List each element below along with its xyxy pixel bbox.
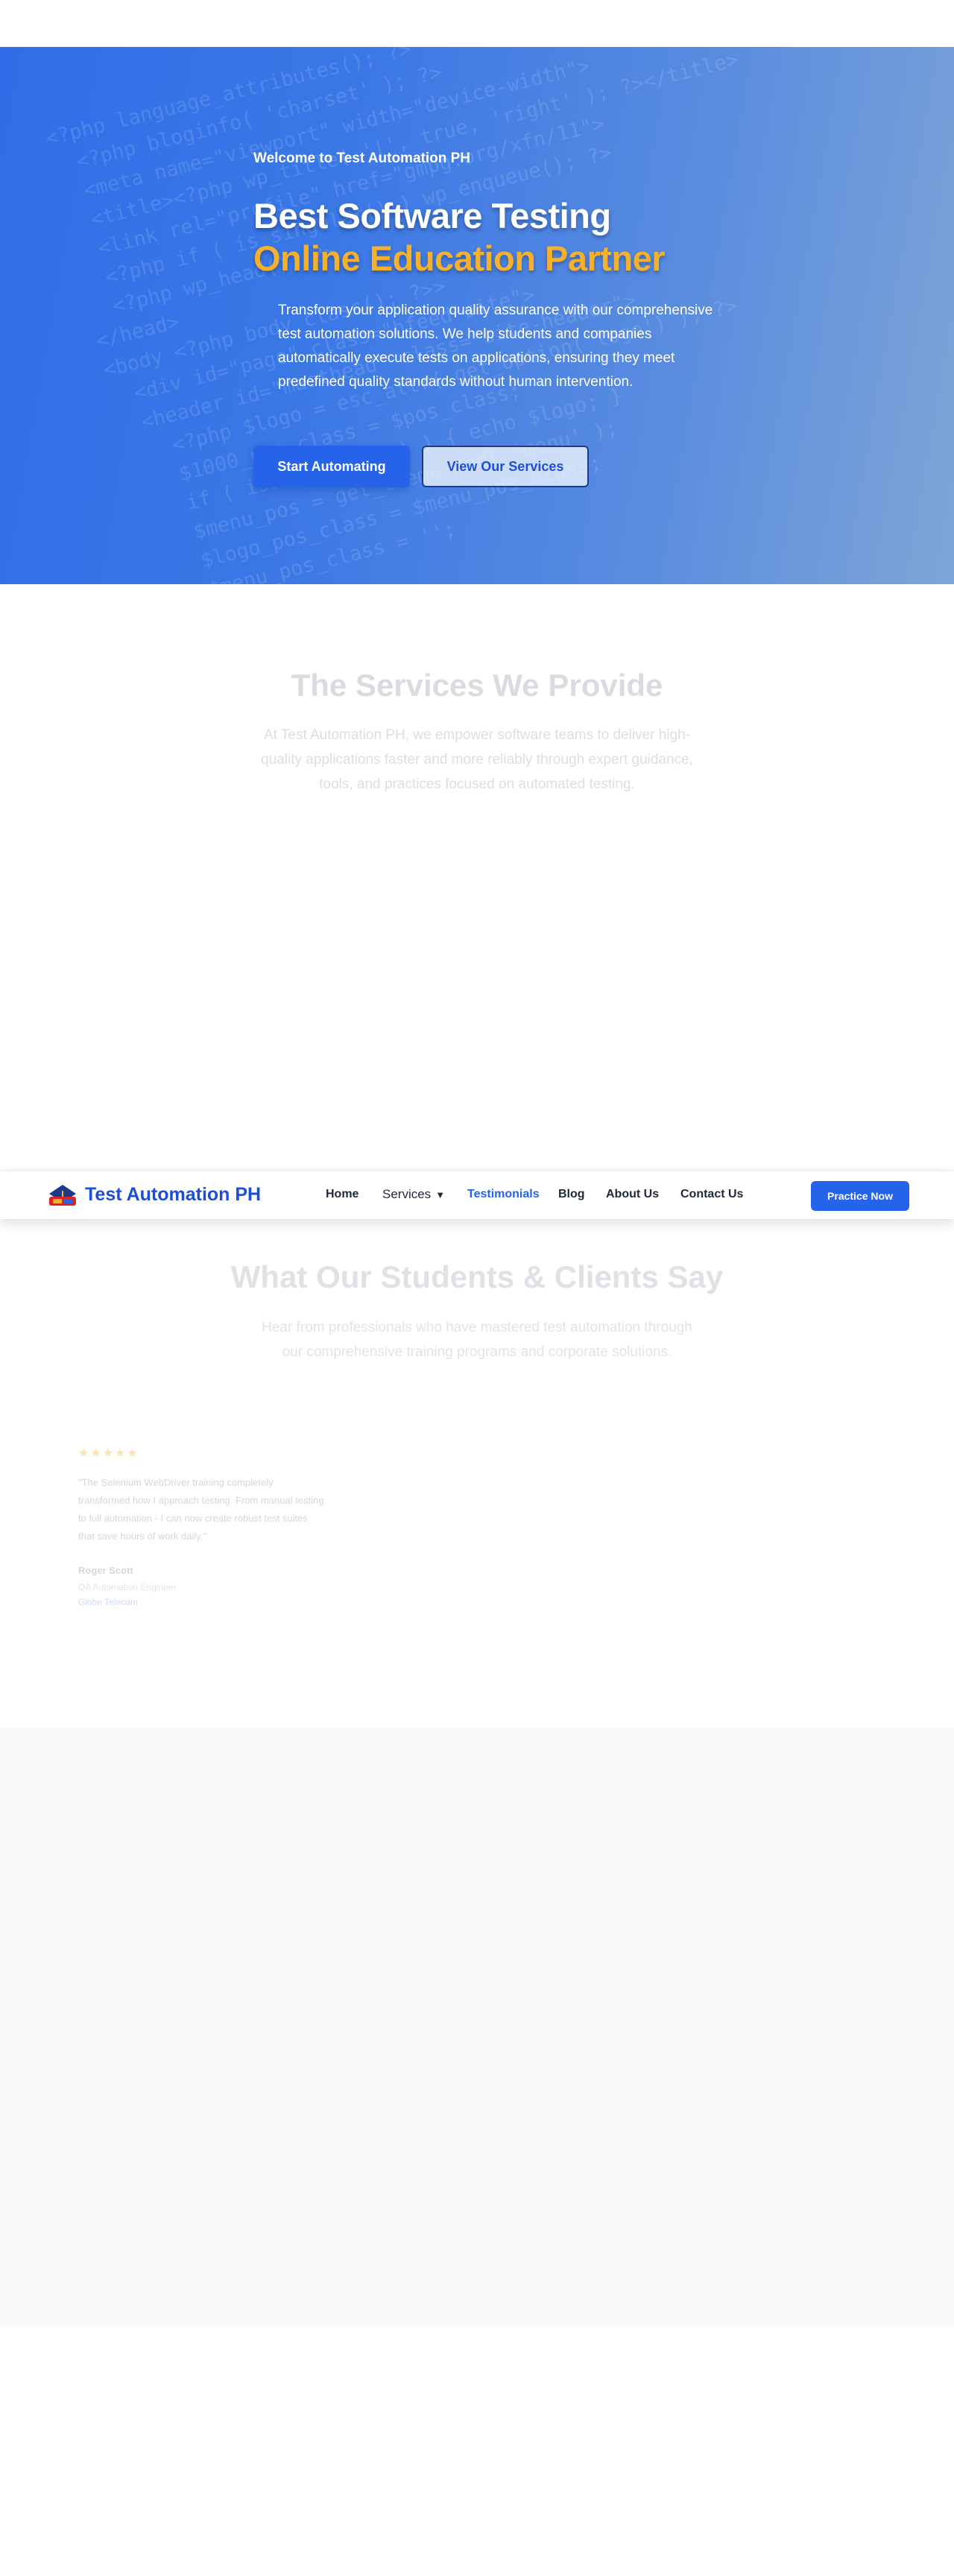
services-title: The Services We Provide — [291, 668, 663, 703]
start-automating-button[interactable]: Start Automating — [253, 446, 410, 487]
testimonial-card: ★★★★★ "The Selenium WebDriver training c… — [78, 1446, 324, 1607]
sticky-navbar: Test Automation PH Home Services ▼ Testim… — [0, 1171, 954, 1219]
star-rating-icon: ★★★★★ — [78, 1447, 139, 1460]
nav-about-us[interactable]: About Us — [606, 1188, 659, 1201]
nav-contact-us[interactable]: Contact Us — [680, 1188, 743, 1201]
nav-services-label: Services — [382, 1187, 432, 1201]
grey-section — [0, 1727, 954, 2326]
nav-services[interactable]: Services ▼ — [382, 1187, 445, 1202]
nav-testimonials[interactable]: Testimonials — [467, 1188, 540, 1201]
hero-welcome-text: Welcome to Test Automation PH — [253, 151, 471, 166]
nav-home[interactable]: Home — [326, 1188, 358, 1201]
practice-now-button[interactable]: Practice Now — [811, 1181, 909, 1211]
hero-section: <?php language_attributes(); ?> <?php bl… — [0, 47, 954, 584]
chevron-down-icon: ▼ — [435, 1189, 446, 1200]
hero-title-line1: Best Software Testing — [253, 196, 611, 235]
testimonials-description: Hear from professionals who have mastere… — [262, 1320, 692, 1360]
testimonial-role: QA Automation Engineer — [78, 1582, 177, 1592]
bottom-section — [0, 2326, 954, 2576]
hero-title-line2: Online Education Partner — [253, 238, 666, 278]
testimonial-company: Globe Telecom — [78, 1597, 138, 1607]
logo-icon[interactable] — [46, 1180, 79, 1210]
testimonials-title: What Our Students & Clients Say — [230, 1259, 724, 1294]
view-services-button[interactable]: View Our Services — [422, 446, 589, 487]
logo-text[interactable]: Test Automation PH — [85, 1184, 261, 1206]
testimonial-quote: "The Selenium WebDriver training complet… — [78, 1477, 324, 1542]
services-description: At Test Automation PH, we empower softwa… — [261, 727, 693, 792]
nav-blog[interactable]: Blog — [558, 1188, 585, 1201]
hero-description: Transform your application quality assur… — [278, 303, 713, 390]
testimonial-author: Roger Scott — [78, 1565, 133, 1576]
